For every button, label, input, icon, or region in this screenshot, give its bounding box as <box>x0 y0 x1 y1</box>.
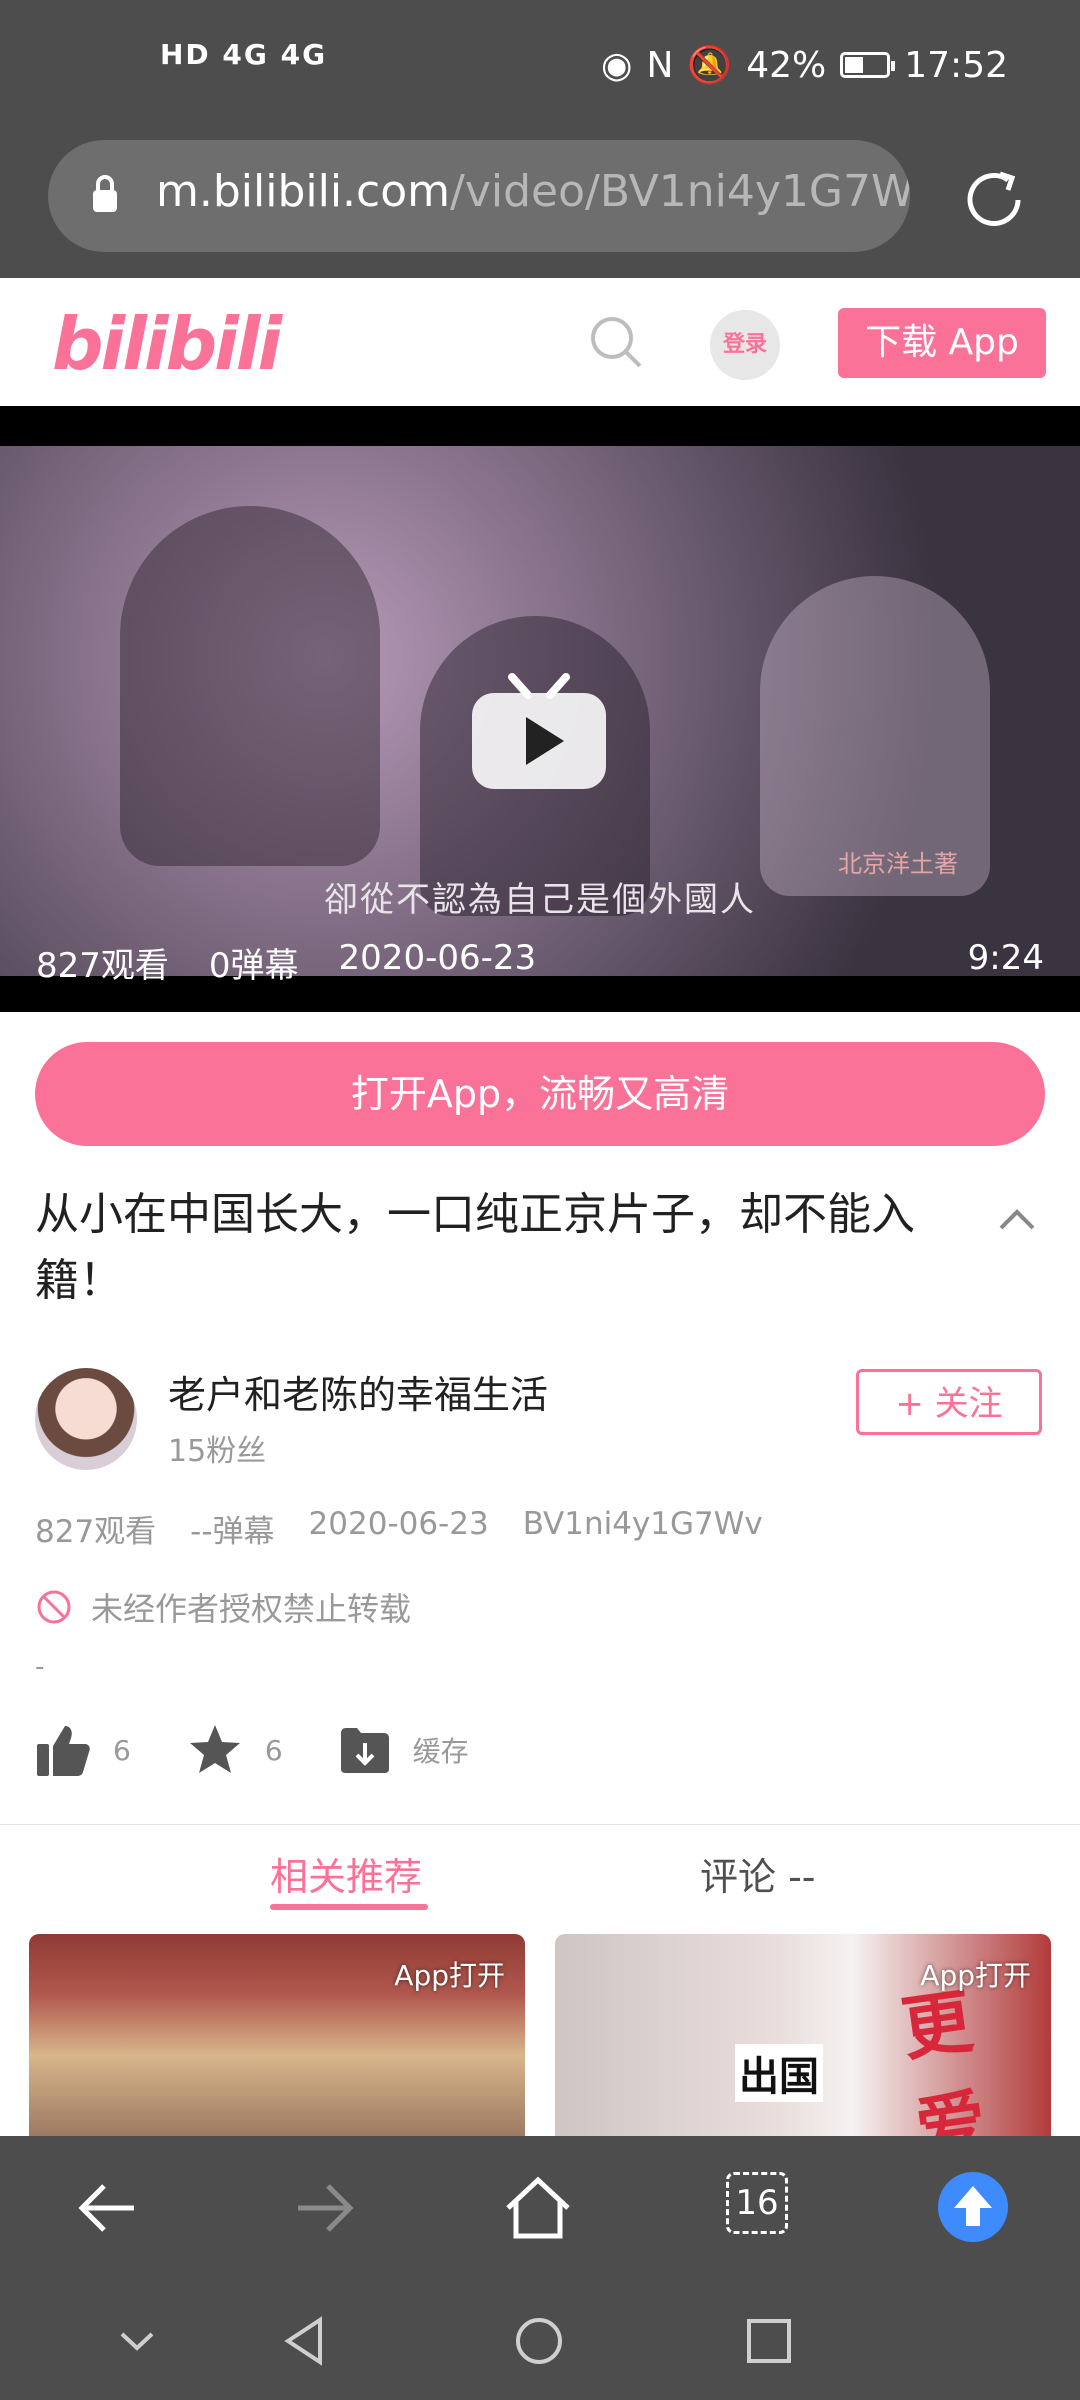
system-nav-bar <box>0 2276 1080 2400</box>
login-button[interactable]: 登录 <box>710 310 780 380</box>
arrow-up-icon <box>954 2186 992 2226</box>
nav-recents-icon[interactable] <box>744 2316 794 2366</box>
status-bar: HD 4G 4G ◉ N 🔕 42% 17:52 <box>0 0 1080 140</box>
address-field[interactable]: m.bilibili.com/video/BV1ni4y1G7W <box>48 140 910 252</box>
site-header: bilibili 登录 下载 App <box>0 278 1080 407</box>
action-bar: 6 6 缓存 <box>35 1722 525 1778</box>
mute-icon: 🔕 <box>687 45 733 86</box>
video-title: 从小在中国长大，一口纯正京片子，却不能入籍！ <box>35 1189 915 1306</box>
chevron-up-icon[interactable] <box>995 1198 1039 1242</box>
scroll-top-button[interactable] <box>938 2172 1008 2242</box>
meta-bvid: BV1ni4y1G7Wv <box>522 1506 763 1542</box>
player-stats: 827观看 0弹幕 2020-06-23 <box>36 938 536 987</box>
lock-icon <box>93 175 117 212</box>
browser-url-bar: m.bilibili.com/video/BV1ni4y1G7W <box>0 140 1080 278</box>
active-tab-indicator <box>270 1904 428 1910</box>
download-app-button[interactable]: 下载 App <box>838 308 1046 378</box>
search-icon[interactable] <box>588 314 644 370</box>
forward-arrow-icon[interactable] <box>288 2172 360 2244</box>
tab-related[interactable]: 相关推荐 <box>270 1846 422 1901</box>
browser-toolbar: 16 <box>0 2136 1080 2276</box>
player-views: 827观看 <box>36 946 169 986</box>
cache-button[interactable]: 缓存 <box>339 1725 469 1775</box>
video-duration: 9:24 <box>967 938 1044 978</box>
uploader-name[interactable]: 老户和老陈的幸福生活 <box>168 1364 548 1419</box>
nav-back-icon[interactable] <box>282 2316 332 2366</box>
recommendation-card[interactable]: 出国 更爱国 App打开 <box>555 1934 1051 2136</box>
video-frame: 卻從不認為自己是個外國人 北京洋土著 <box>0 446 1080 976</box>
video-subtitle: 卻從不認為自己是個外國人 <box>324 880 756 920</box>
player-date: 2020-06-23 <box>338 938 537 978</box>
favorite-button[interactable]: 6 <box>187 1722 283 1778</box>
player-danmaku: 0弹幕 <box>208 946 299 986</box>
video-player[interactable]: 卻從不認為自己是個外國人 北京洋土著 827观看 0弹幕 2020-06-23 … <box>0 406 1080 1012</box>
divider <box>0 1824 1080 1825</box>
battery-icon <box>840 52 896 78</box>
bilibili-logo[interactable]: bilibili <box>52 302 282 386</box>
thumbs-up-icon <box>37 1726 90 1776</box>
copyright-text: 未经作者授权禁止转载 <box>91 1590 412 1628</box>
forbidden-icon <box>37 1590 71 1624</box>
chevron-down-icon[interactable] <box>112 2316 162 2366</box>
recommendation-card[interactable]: App打开 <box>29 1934 525 2136</box>
reload-icon[interactable] <box>960 166 1028 234</box>
uploader-avatar[interactable] <box>35 1368 137 1470</box>
clock: 17:52 <box>904 44 1008 86</box>
thumbnail-text: 出国 <box>735 2044 823 2102</box>
video-meta: 827观看 --弹幕 2020-06-23 BV1ni4y1G7Wv <box>35 1506 763 1551</box>
url-path: /video/BV1ni4y1G7W <box>450 166 910 217</box>
eye-icon: ◉ <box>601 44 633 86</box>
follow-button[interactable]: + 关注 <box>856 1369 1042 1435</box>
tabs-button[interactable]: 16 <box>726 2172 788 2234</box>
open-app-button[interactable]: 打开App，流畅又高清 <box>35 1042 1045 1146</box>
app-open-badge: App打开 <box>394 1959 505 1992</box>
nfc-icon: N <box>646 44 674 86</box>
app-open-badge: App打开 <box>920 1959 1031 1992</box>
star-icon <box>189 1725 240 1773</box>
meta-danmaku: --弹幕 <box>190 1514 275 1550</box>
url-domain: m.bilibili.com <box>156 166 451 217</box>
battery-percent: 42% <box>746 44 827 86</box>
nav-home-icon[interactable] <box>514 2316 564 2366</box>
meta-views: 827观看 <box>35 1514 157 1550</box>
cache-label: 缓存 <box>412 1735 469 1768</box>
video-watermark: 北京洋土著 <box>838 850 958 878</box>
url-text: m.bilibili.com/video/BV1ni4y1G7W <box>156 166 910 217</box>
like-count: 6 <box>113 1733 131 1767</box>
download-folder-icon <box>340 1728 389 1773</box>
copyright-notice: 未经作者授权禁止转载 <box>35 1584 411 1630</box>
home-icon[interactable] <box>502 2172 574 2244</box>
favorite-count: 6 <box>264 1733 283 1767</box>
network-indicators: HD 4G 4G <box>160 38 328 71</box>
video-description: - <box>35 1652 45 1682</box>
tab-comments[interactable]: 评论 -- <box>700 1846 816 1901</box>
meta-date: 2020-06-23 <box>308 1506 489 1542</box>
like-button[interactable]: 6 <box>35 1722 131 1778</box>
play-icon[interactable] <box>470 671 608 791</box>
uploader-fans: 15粉丝 <box>168 1434 267 1469</box>
back-arrow-icon[interactable] <box>72 2172 144 2244</box>
status-right: ◉ N 🔕 42% 17:52 <box>601 44 1008 87</box>
